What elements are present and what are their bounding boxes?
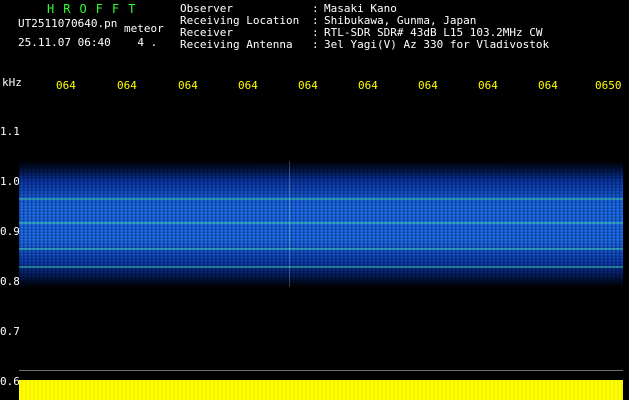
- signal-trace-bottom: [19, 266, 623, 268]
- time-tick-10: 0650: [595, 79, 622, 92]
- spectrogram-plot: [19, 95, 623, 379]
- signal-trace-upper: [19, 222, 623, 224]
- time-tick-5: 064: [298, 79, 318, 92]
- time-tick-3: 064: [178, 79, 198, 92]
- freq-tick-0-8: 0.8: [0, 275, 20, 288]
- spectrogram-baseline: [19, 370, 623, 371]
- freq-tick-0-6: 0.6: [0, 375, 20, 388]
- time-tick-8: 064: [478, 79, 498, 92]
- antenna-value: 3el Yagi(V) Az 330 for Vladivostok: [324, 38, 550, 51]
- datetime-value: 25.11.07 06:40: [18, 36, 111, 49]
- file-name: UT2511070640.pn: [18, 17, 118, 30]
- freq-tick-0-9: 0.9: [0, 225, 20, 238]
- frequency-axis: 1.1 1.0 0.9 0.8 0.7 0.6: [0, 120, 20, 400]
- app-title: HROFFT: [47, 2, 145, 16]
- noise-level-strip: [19, 380, 623, 400]
- time-tick-1: 064: [56, 79, 76, 92]
- antenna-row: Receiving Antenna : 3el Yagi(V) Az 330 f…: [180, 39, 600, 51]
- time-tick-9: 064: [538, 79, 558, 92]
- freq-tick-1-0: 1.0: [0, 175, 20, 188]
- signal-band: [19, 161, 623, 287]
- time-tick-6: 064: [358, 79, 378, 92]
- observation-metadata: Observer : Masaki Kano Receiving Locatio…: [180, 3, 600, 51]
- signal-trace-lower: [19, 248, 623, 250]
- observation-datetime: 25.11.07 06:40 4 .: [18, 36, 157, 49]
- time-axis: 064 064 064 064 064 064 064 064 064 0650: [0, 79, 629, 93]
- time-tick-2: 064: [117, 79, 137, 92]
- time-tick-7: 064: [418, 79, 438, 92]
- freq-tick-0-7: 0.7: [0, 325, 20, 338]
- signal-trace-top: [19, 198, 623, 200]
- antenna-separator: :: [312, 38, 319, 51]
- event-type-label: meteor: [124, 22, 164, 35]
- time-tick-4: 064: [238, 79, 258, 92]
- freq-tick-1-1: 1.1: [0, 125, 20, 138]
- marker-value: 4 .: [137, 36, 158, 49]
- antenna-label: Receiving Antenna: [180, 38, 293, 51]
- center-marker-line: [289, 161, 290, 287]
